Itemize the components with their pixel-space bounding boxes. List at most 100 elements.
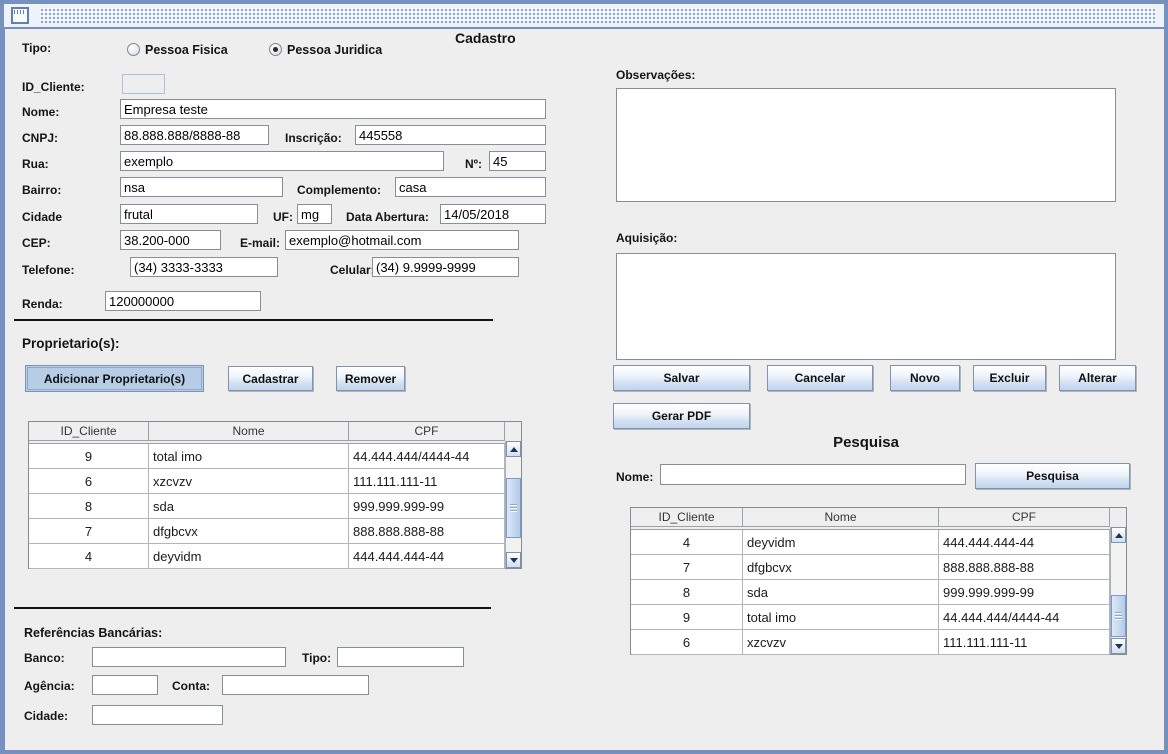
- page-title: Cadastro: [455, 30, 516, 46]
- nome-label: Nome:: [22, 105, 59, 119]
- telefone-field[interactable]: [130, 257, 278, 277]
- celular-field[interactable]: [372, 257, 519, 277]
- pessoa-juridica-radio-label[interactable]: Pessoa Juridica: [287, 43, 382, 57]
- vertical-scrollbar[interactable]: [1110, 527, 1126, 654]
- nome-field[interactable]: [120, 99, 546, 119]
- titlebar[interactable]: [4, 4, 1164, 27]
- column-header[interactable]: ID_Cliente: [29, 422, 149, 441]
- tipo-conta-label: Tipo:: [302, 651, 331, 665]
- cell-id: 8: [631, 580, 743, 604]
- column-header[interactable]: Nome: [743, 508, 939, 527]
- conta-field[interactable]: [222, 675, 369, 695]
- pesquisa-nome-field[interactable]: [660, 464, 966, 485]
- cell-cpf: 999.999.999-99: [939, 580, 1110, 604]
- novo-button[interactable]: Novo: [890, 365, 960, 391]
- pessoa-juridica-radio[interactable]: [269, 43, 282, 56]
- telefone-label: Telefone:: [22, 263, 74, 277]
- cep-field[interactable]: [120, 230, 221, 250]
- excluir-button[interactable]: Excluir: [973, 365, 1046, 391]
- remover-button[interactable]: Remover: [336, 366, 405, 391]
- cidade-label: Cidade: [22, 210, 62, 224]
- uf-field[interactable]: [297, 204, 332, 224]
- table-row[interactable]: 8 sda 999.999.999-99: [631, 580, 1110, 605]
- cell-nome: sda: [743, 580, 939, 604]
- cidade-banco-field[interactable]: [92, 705, 223, 725]
- rua-field[interactable]: [120, 151, 444, 171]
- cell-id: 8: [29, 494, 149, 518]
- cell-id: 7: [631, 555, 743, 579]
- scrollbar-thumb[interactable]: [506, 478, 521, 538]
- gerar-pdf-button[interactable]: Gerar PDF: [613, 403, 750, 429]
- alterar-button[interactable]: Alterar: [1059, 365, 1136, 391]
- column-header[interactable]: ID_Cliente: [631, 508, 743, 527]
- complemento-field[interactable]: [395, 177, 546, 197]
- table-header: ID_Cliente Nome CPF: [631, 508, 1126, 527]
- cidade-banco-label: Cidade:: [24, 709, 68, 723]
- numero-field[interactable]: [489, 151, 546, 171]
- complemento-label: Complemento:: [297, 183, 381, 197]
- scroll-down-button[interactable]: [506, 552, 521, 568]
- aquisicao-label: Aquisição:: [616, 231, 677, 245]
- cell-id: 7: [29, 519, 149, 543]
- aquisicao-textarea[interactable]: [616, 253, 1116, 360]
- inscricao-label: Inscrição:: [285, 131, 342, 145]
- cell-cpf: 111.111.111-11: [939, 630, 1110, 654]
- table-row[interactable]: 4 deyvidm 444.444.444-44: [631, 530, 1110, 555]
- cell-nome: total imo: [743, 605, 939, 629]
- cnpj-field[interactable]: [120, 125, 269, 145]
- vertical-scrollbar[interactable]: [505, 441, 521, 568]
- renda-field[interactable]: [105, 291, 261, 311]
- cell-id: 9: [29, 444, 149, 468]
- pessoa-fisica-radio-label[interactable]: Pessoa Fisica: [145, 43, 228, 57]
- cidade-field[interactable]: [120, 204, 258, 224]
- adicionar-proprietarios-button[interactable]: Adicionar Proprietario(s): [25, 365, 204, 392]
- column-header[interactable]: CPF: [939, 508, 1110, 527]
- column-header[interactable]: Nome: [149, 422, 349, 441]
- cell-id: 4: [29, 544, 149, 568]
- tipo-label: Tipo:: [22, 41, 51, 55]
- arrow-up-icon: [1115, 533, 1123, 538]
- bairro-field[interactable]: [120, 177, 283, 197]
- table-row[interactable]: 7 dfgbcvx 888.888.888-88: [631, 555, 1110, 580]
- banco-label: Banco:: [24, 651, 65, 665]
- cell-id: 4: [631, 530, 743, 554]
- table-row[interactable]: 8 sda 999.999.999-99: [29, 494, 505, 519]
- pesquisa-button[interactable]: Pesquisa: [975, 463, 1130, 489]
- window-frame: Cadastro Tipo: Pessoa Fisica Pessoa Juri…: [0, 0, 1168, 754]
- cancelar-button[interactable]: Cancelar: [767, 365, 873, 391]
- table-row[interactable]: 9 total imo 44.444.444/4444-44: [29, 444, 505, 469]
- table-row[interactable]: 4 deyvidm 444.444.444-44: [29, 544, 505, 569]
- scroll-up-button[interactable]: [506, 441, 521, 457]
- table-row[interactable]: 6 xzcvzv 111.111.111-11: [29, 469, 505, 494]
- salvar-button[interactable]: Salvar: [613, 365, 750, 391]
- table-header: ID_Cliente Nome CPF: [29, 422, 521, 441]
- table-row[interactable]: 7 dfgbcvx 888.888.888-88: [29, 519, 505, 544]
- cell-nome: total imo: [149, 444, 349, 468]
- cadastrar-button[interactable]: Cadastrar: [228, 366, 313, 391]
- separator: [14, 607, 491, 609]
- agencia-field[interactable]: [92, 675, 158, 695]
- email-field[interactable]: [285, 230, 519, 250]
- cell-cpf: 444.444.444-44: [349, 544, 505, 568]
- data-abertura-field[interactable]: [440, 204, 546, 224]
- cell-nome: dfgbcvx: [149, 519, 349, 543]
- cell-nome: deyvidm: [743, 530, 939, 554]
- scroll-down-button[interactable]: [1111, 638, 1126, 654]
- pesquisa-title: Pesquisa: [616, 434, 1116, 451]
- cell-nome: sda: [149, 494, 349, 518]
- cell-cpf: 444.444.444-44: [939, 530, 1110, 554]
- table-row[interactable]: 9 total imo 44.444.444/4444-44: [631, 605, 1110, 630]
- inscricao-field[interactable]: [355, 125, 546, 145]
- id-cliente-field[interactable]: [122, 74, 165, 94]
- tipo-conta-field[interactable]: [337, 647, 464, 667]
- pesquisa-nome-label: Nome:: [616, 470, 653, 484]
- email-label: E-mail:: [240, 236, 280, 250]
- observacoes-textarea[interactable]: [616, 88, 1116, 202]
- scroll-up-button[interactable]: [1111, 527, 1126, 543]
- cnpj-label: CNPJ:: [22, 131, 58, 145]
- column-header[interactable]: CPF: [349, 422, 505, 441]
- pessoa-fisica-radio[interactable]: [127, 43, 140, 56]
- scrollbar-thumb[interactable]: [1111, 595, 1126, 637]
- banco-field[interactable]: [92, 647, 286, 667]
- table-row[interactable]: 6 xzcvzv 111.111.111-11: [631, 630, 1110, 655]
